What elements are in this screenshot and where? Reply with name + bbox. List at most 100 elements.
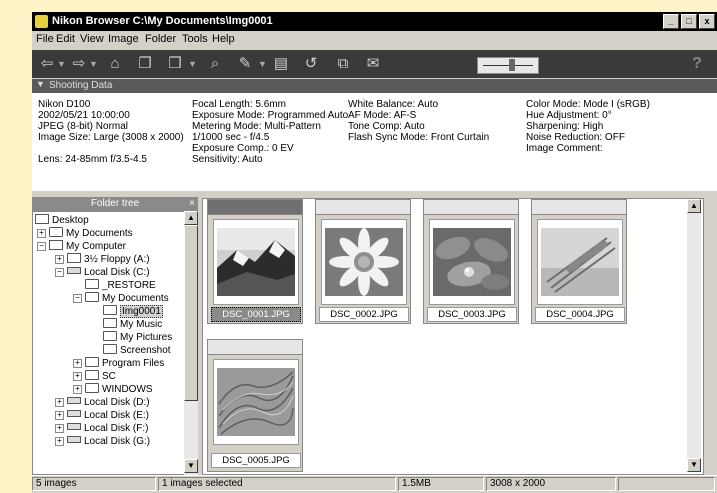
folder-tree-scrollbar[interactable]: ▲ ▼ bbox=[184, 211, 198, 475]
edit-pen-icon[interactable]: ✎ bbox=[234, 54, 256, 74]
tree-item-floppy[interactable]: +3½ Floppy (A:) bbox=[55, 253, 150, 266]
tree-item-local-disk-e[interactable]: + Local Disk (E:) bbox=[55, 409, 149, 422]
up-folder-icon[interactable]: ⌂ bbox=[104, 54, 126, 74]
edit-dropdown-icon[interactable]: ▼ bbox=[258, 54, 267, 74]
folder-icon bbox=[85, 292, 99, 302]
title-bar[interactable]: Nikon Browser C:\My Documents\Img0001 _ … bbox=[32, 12, 717, 31]
thumbnail-dsc-0001[interactable]: DSC_0001.JPG bbox=[207, 199, 303, 324]
shooting-text: Focal Length: 5.6mm bbox=[192, 99, 286, 110]
thumbnail-header bbox=[316, 200, 410, 215]
expand-icon[interactable]: + bbox=[55, 255, 64, 264]
shooting-text: Exposure Mode: Programmed Auto bbox=[192, 110, 349, 121]
collapse-icon[interactable]: − bbox=[37, 242, 46, 251]
copy-folder-icon[interactable]: ❒ bbox=[164, 54, 186, 74]
tree-item-label: WINDOWS bbox=[102, 384, 153, 395]
tree-item-my-pictures[interactable]: My Pictures bbox=[103, 331, 172, 344]
tree-item-local-disk-g[interactable]: + Local Disk (G:) bbox=[55, 435, 150, 448]
expand-icon[interactable]: + bbox=[37, 229, 46, 238]
menu-view[interactable]: View bbox=[80, 33, 104, 45]
menu-folder[interactable]: Folder bbox=[145, 33, 176, 45]
expand-icon[interactable]: + bbox=[73, 372, 82, 381]
scroll-up-icon[interactable]: ▲ bbox=[687, 199, 701, 213]
drive-icon bbox=[67, 267, 81, 274]
tree-item-windows[interactable]: + WINDOWS bbox=[73, 383, 153, 396]
tree-item-restore[interactable]: _RESTORE bbox=[85, 279, 156, 292]
mail-icon[interactable]: ✉ bbox=[362, 54, 384, 74]
expand-icon[interactable]: + bbox=[55, 424, 64, 433]
desktop-icon bbox=[35, 214, 49, 224]
print-doc-icon[interactable]: ▤ bbox=[270, 54, 292, 74]
close-button[interactable]: x bbox=[699, 14, 715, 29]
thumbnail-filename: DSC_0003.JPG bbox=[427, 307, 517, 322]
minimize-button[interactable]: _ bbox=[663, 14, 679, 29]
expand-icon[interactable]: + bbox=[73, 385, 82, 394]
thumbnail-dsc-0004[interactable]: DSC_0004.JPG bbox=[531, 199, 627, 324]
thumbnail-dsc-0002[interactable]: DSC_0002.JPG bbox=[315, 199, 411, 324]
status-selection: 1 images selected bbox=[158, 477, 396, 491]
expand-icon[interactable]: + bbox=[55, 398, 64, 407]
tree-item-my-music[interactable]: My Music bbox=[103, 318, 162, 331]
status-extra bbox=[618, 477, 715, 491]
new-folder-icon[interactable]: ❐ bbox=[134, 54, 156, 74]
slider-knob[interactable] bbox=[509, 59, 516, 71]
open-folder-icon bbox=[103, 305, 117, 315]
rotate-icon[interactable]: ↺ bbox=[300, 54, 322, 74]
scroll-up-icon[interactable]: ▲ bbox=[184, 211, 198, 225]
tree-item-local-disk-f[interactable]: + Local Disk (F:) bbox=[55, 422, 148, 435]
copy-icon[interactable]: ⧉ bbox=[332, 54, 354, 74]
shooting-data-header[interactable]: ▼ Shooting Data bbox=[32, 79, 717, 93]
thumbnail-image[interactable] bbox=[537, 219, 623, 305]
menu-image[interactable]: Image bbox=[108, 33, 139, 45]
maximize-button[interactable]: □ bbox=[681, 14, 697, 29]
tree-item-program-files[interactable]: + Program Files bbox=[73, 357, 164, 370]
tree-item-sc[interactable]: + SC bbox=[73, 370, 116, 383]
copy-dropdown-icon[interactable]: ▼ bbox=[188, 54, 197, 74]
help-icon[interactable]: ? bbox=[687, 54, 707, 74]
back-arrow-icon[interactable]: ⇦ bbox=[38, 54, 56, 74]
tree-item-screenshot[interactable]: Screenshot bbox=[103, 344, 171, 357]
shooting-text: Exposure Comp.: 0 EV bbox=[192, 143, 294, 154]
forward-arrow-icon[interactable]: ⇨ bbox=[70, 54, 88, 74]
tree-item-my-computer[interactable]: − My Computer bbox=[37, 240, 126, 253]
thumbnail-image[interactable] bbox=[321, 219, 407, 305]
thumbnail-image[interactable] bbox=[429, 219, 515, 305]
drive-icon bbox=[67, 436, 81, 443]
thumbnail-filename: DSC_0004.JPG bbox=[535, 307, 625, 322]
collapse-icon[interactable]: − bbox=[55, 268, 64, 277]
menu-file[interactable]: File bbox=[36, 33, 54, 45]
thumbnail-size-slider[interactable] bbox=[477, 57, 539, 74]
shooting-text: AF Mode: AF-S bbox=[348, 110, 417, 121]
collapse-arrow-icon[interactable]: ▼ bbox=[36, 79, 45, 89]
menu-tools[interactable]: Tools bbox=[182, 33, 208, 45]
thumbnail-dsc-0005[interactable]: DSC_0005.JPG bbox=[207, 339, 303, 472]
tree-item-c-my-documents[interactable]: − My Documents bbox=[73, 292, 169, 305]
scroll-thumb[interactable] bbox=[184, 225, 198, 401]
tree-item-img0001[interactable]: Img0001 bbox=[103, 305, 163, 318]
open-folder-icon[interactable]: ⌕ bbox=[204, 54, 226, 74]
shooting-text: Noise Reduction: OFF bbox=[526, 132, 625, 143]
folder-icon bbox=[85, 383, 99, 393]
thumbnail-image[interactable] bbox=[213, 219, 299, 305]
tree-item-local-disk-c[interactable]: − Local Disk (C:) bbox=[55, 266, 150, 279]
thumbnail-dsc-0003[interactable]: DSC_0003.JPG bbox=[423, 199, 519, 324]
expand-icon[interactable]: + bbox=[55, 437, 64, 446]
menu-edit[interactable]: Edit bbox=[56, 33, 75, 45]
tree-item-my-documents[interactable]: + My Documents bbox=[37, 227, 133, 240]
scroll-down-icon[interactable]: ▼ bbox=[687, 458, 701, 472]
back-dropdown-icon[interactable]: ▼ bbox=[57, 54, 66, 74]
menu-help[interactable]: Help bbox=[212, 33, 235, 45]
shooting-text: JPEG (8-bit) Normal bbox=[38, 121, 129, 132]
forward-dropdown-icon[interactable]: ▼ bbox=[89, 54, 98, 74]
thumbnail-image[interactable] bbox=[213, 359, 299, 445]
folder-tree-close-icon[interactable]: × bbox=[189, 197, 195, 211]
status-dimensions: 3008 x 2000 bbox=[486, 477, 616, 491]
collapse-icon[interactable]: − bbox=[73, 294, 82, 303]
tree-item-desktop[interactable]: Desktop bbox=[35, 214, 89, 227]
shooting-text: Sensitivity: Auto bbox=[192, 154, 263, 165]
thumbnail-scrollbar[interactable]: ▲ ▼ bbox=[687, 199, 701, 472]
scroll-down-icon[interactable]: ▼ bbox=[184, 459, 198, 473]
expand-icon[interactable]: + bbox=[55, 411, 64, 420]
tree-item-label: My Pictures bbox=[120, 332, 173, 343]
expand-icon[interactable]: + bbox=[73, 359, 82, 368]
tree-item-local-disk-d[interactable]: + Local Disk (D:) bbox=[55, 396, 150, 409]
